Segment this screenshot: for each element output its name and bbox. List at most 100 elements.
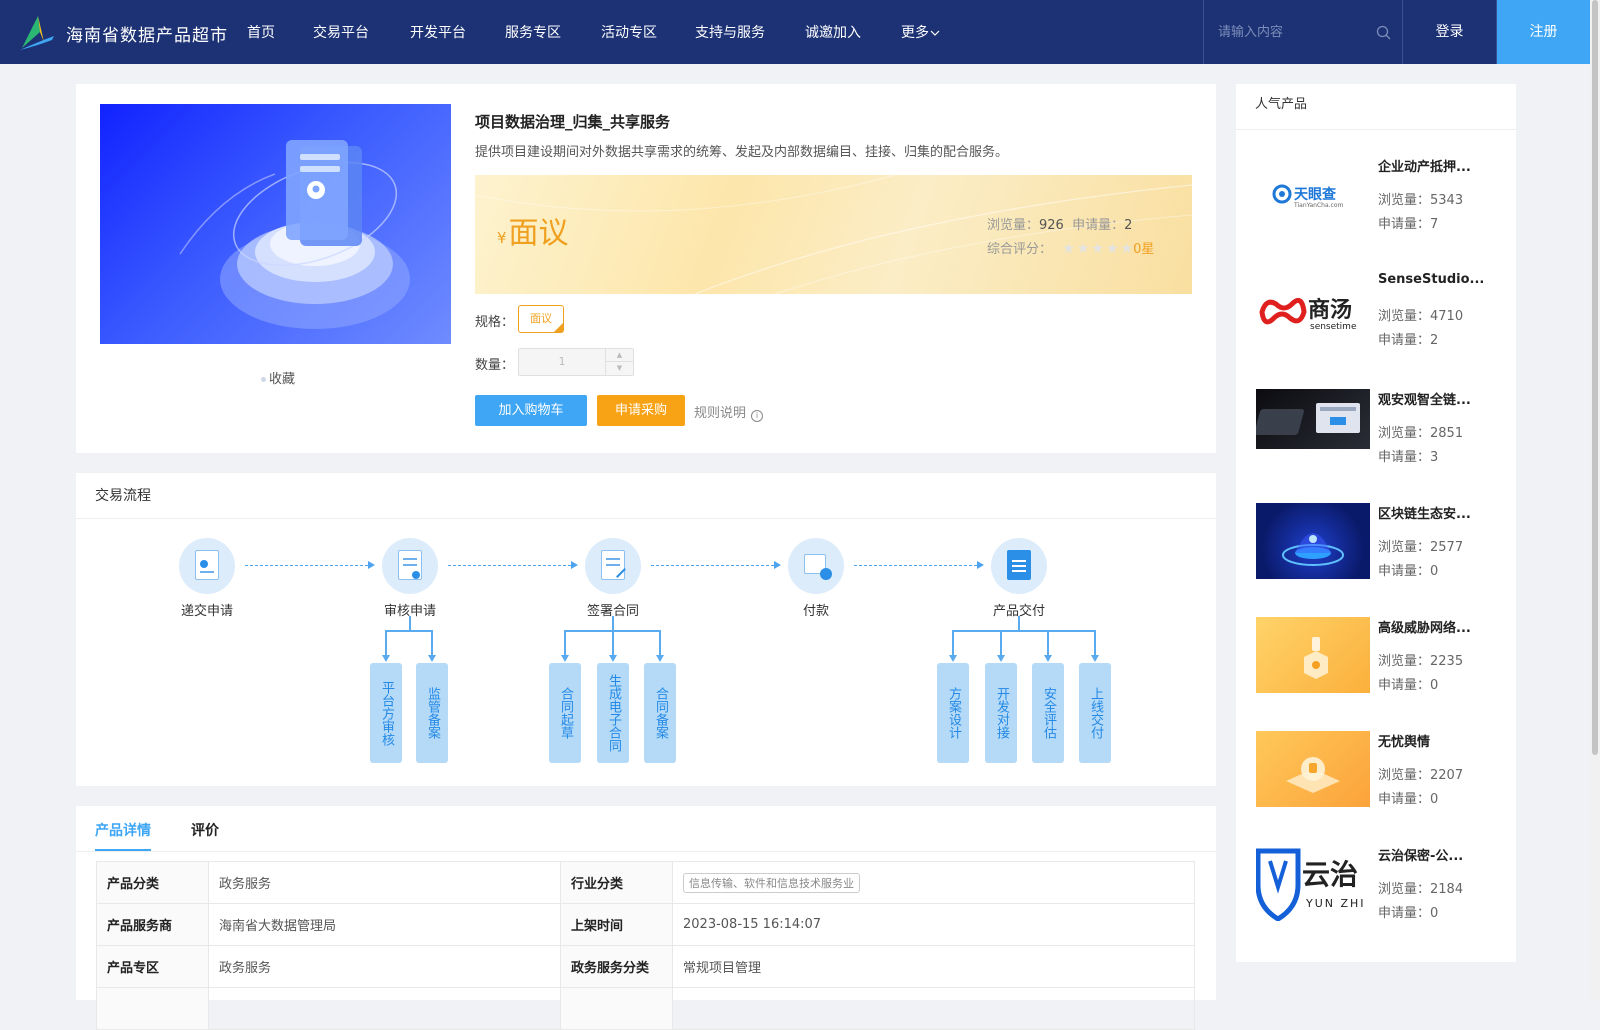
yunzhi-logo: 云治 YUN ZHI: [1256, 845, 1370, 921]
popular-item[interactable]: 商汤 sensetime SenseStudio... 浏览量：4710 申请量…: [1256, 272, 1512, 372]
favorite-button[interactable]: 收藏: [261, 368, 295, 387]
price-panel: ¥面议 浏览量：926 申请量：2 综合评分： ★ ★ ★ ★ ★0星: [475, 175, 1192, 294]
currency-symbol: ¥: [497, 229, 507, 247]
nav-support[interactable]: 支持与服务: [695, 22, 765, 42]
substep-solution-design: 方案设计: [937, 663, 969, 763]
star-icon: ★: [1120, 241, 1134, 257]
item-applies: 申请量：0: [1378, 678, 1439, 693]
star-icon: ★: [1091, 241, 1104, 257]
item-views: 浏览量：2207: [1378, 768, 1464, 783]
site-brand[interactable]: 海南省数据产品超市: [66, 21, 228, 46]
search-input[interactable]: [1218, 22, 1368, 42]
nav-more[interactable]: 更多: [901, 22, 940, 42]
popular-item[interactable]: 观安观智全链... 浏览量：2851 申请量：3: [1256, 389, 1512, 489]
register-button[interactable]: 注册: [1497, 0, 1590, 64]
rating-score: 0星: [1133, 242, 1155, 257]
delivery-icon: [991, 538, 1047, 594]
product-image: [100, 104, 451, 344]
item-views: 浏览量：5343: [1378, 193, 1464, 208]
increase-icon[interactable]: ▲: [606, 349, 633, 362]
nav-dev-platform[interactable]: 开发平台: [410, 22, 466, 42]
star-icon: ★: [1105, 241, 1119, 257]
industry-tag: 信息传输、软件和信息技术服务业: [683, 872, 860, 893]
arrow-down-icon: [949, 655, 957, 662]
row-value: 政务服务: [208, 861, 561, 904]
threat-illustration-icon: [1304, 637, 1328, 679]
spec-option-label: 面议: [530, 312, 552, 325]
page-scrollbar[interactable]: [1590, 0, 1600, 1000]
search-icon[interactable]: [1376, 25, 1391, 40]
spec-label: 规格：: [475, 315, 515, 330]
quantity-value[interactable]: 1: [519, 349, 605, 375]
flow-arrow: [854, 561, 984, 569]
rules-link[interactable]: 规则说明 i: [694, 402, 764, 422]
details-table: 产品分类 政务服务 行业分类 信息传输、软件和信息技术服务业 产品服务商 海南省…: [96, 861, 1195, 1030]
apply-purchase-button[interactable]: 申请采购: [597, 395, 685, 426]
table-row: [96, 987, 1195, 1030]
quantity-stepper[interactable]: 1 ▲ ▼: [518, 348, 634, 376]
product-description: 提供项目建设期间对外数据共享需求的统筹、发起及内部数据编目、挂接、归集的配合服务…: [475, 145, 1009, 160]
arrow-down-icon: [382, 655, 390, 662]
star-icon: ★: [1062, 241, 1075, 257]
device-photo-icon: [1256, 403, 1360, 435]
decrease-icon[interactable]: ▼: [606, 362, 633, 375]
arrow-down-icon: [1044, 655, 1052, 662]
item-applies: 申请量：3: [1378, 450, 1439, 465]
scrollbar-thumb[interactable]: [1592, 0, 1598, 755]
nav-trade-platform[interactable]: 交易平台: [313, 22, 369, 42]
popular-item[interactable]: 区块链生态安... 浏览量：2577 申请量：0: [1256, 503, 1512, 603]
price-value: 面议: [508, 216, 569, 251]
quantity-label: 数量：: [475, 358, 515, 373]
nav-service-zone[interactable]: 服务专区: [505, 22, 561, 42]
add-to-cart-button[interactable]: 加入购物车: [475, 395, 587, 426]
login-button[interactable]: 登录: [1403, 0, 1497, 64]
popular-item[interactable]: 云治 YUN ZHI 云治保密-公... 浏览量：2184 申请量：0: [1256, 845, 1512, 945]
nav-join[interactable]: 诚邀加入: [805, 22, 861, 42]
nav-home[interactable]: 首页: [247, 22, 275, 42]
document-icon: [179, 538, 235, 594]
item-applies: 申请量：2: [1378, 333, 1439, 348]
arrow-down-icon: [609, 655, 617, 662]
arrow-down-icon: [561, 655, 569, 662]
substep-development: 开发对接: [985, 663, 1017, 763]
sensetime-logo-subtext: sensetime: [1310, 322, 1357, 332]
popular-products-panel: 人气产品 天眼查 TianYanCha.com 企业动产抵押... 浏览量：53…: [1236, 84, 1516, 962]
flow-connector: [952, 630, 954, 656]
item-views: 浏览量：4710: [1378, 309, 1464, 324]
applies-label: 申请量：: [1072, 218, 1125, 233]
arrow-down-icon: [997, 655, 1005, 662]
substep-go-live: 上线交付: [1079, 663, 1111, 763]
views-label: 浏览量：: [987, 218, 1040, 233]
substep-contract-filing: 合同备案: [644, 663, 676, 763]
popular-item[interactable]: 天眼查 TianYanCha.com 企业动产抵押... 浏览量：5343 申请…: [1256, 156, 1512, 256]
checkmark-corner-icon: [554, 323, 563, 332]
nav-activity-zone[interactable]: 活动专区: [601, 22, 657, 42]
site-logo-icon[interactable]: [18, 12, 56, 52]
rules-label: 规则说明: [694, 406, 747, 421]
item-views: 浏览量：2577: [1378, 540, 1464, 555]
item-name: 无忧舆情: [1378, 735, 1431, 750]
flow-connector: [385, 630, 387, 656]
substep-contract-draft: 合同起草: [549, 663, 581, 763]
blockchain-illustration-icon: [1282, 533, 1344, 566]
yunzhi-logo-text: 云治: [1302, 858, 1359, 891]
popular-item[interactable]: 高级威胁网络... 浏览量：2235 申请量：0: [1256, 617, 1512, 717]
views-value: 926: [1039, 218, 1064, 233]
flow-connector: [612, 630, 614, 656]
chevron-down-icon: [930, 30, 940, 36]
yunzhi-logo-subtext: YUN ZHI: [1306, 897, 1366, 910]
tab-divider: [76, 851, 1216, 852]
nav-more-label: 更多: [901, 25, 929, 41]
sensetime-logo-text: 商汤: [1308, 298, 1353, 323]
step-delivery: 产品交付: [991, 538, 1047, 619]
spec-option[interactable]: 面议: [518, 305, 564, 333]
row-value: 海南省大数据管理局: [208, 903, 561, 946]
contract-icon: [585, 538, 641, 594]
product-illustration-icon: [179, 140, 410, 329]
tab-product-details[interactable]: 产品详情: [95, 820, 151, 851]
substep-platform-review: 平台方审核: [370, 663, 402, 763]
tab-reviews[interactable]: 评价: [191, 820, 219, 840]
popular-item[interactable]: 无忧舆情 浏览量：2207 申请量：0: [1256, 731, 1512, 831]
table-row: 产品分类 政务服务 行业分类 信息传输、软件和信息技术服务业: [96, 861, 1195, 904]
row-value: 2023-08-15 16:14:07: [672, 903, 1195, 946]
